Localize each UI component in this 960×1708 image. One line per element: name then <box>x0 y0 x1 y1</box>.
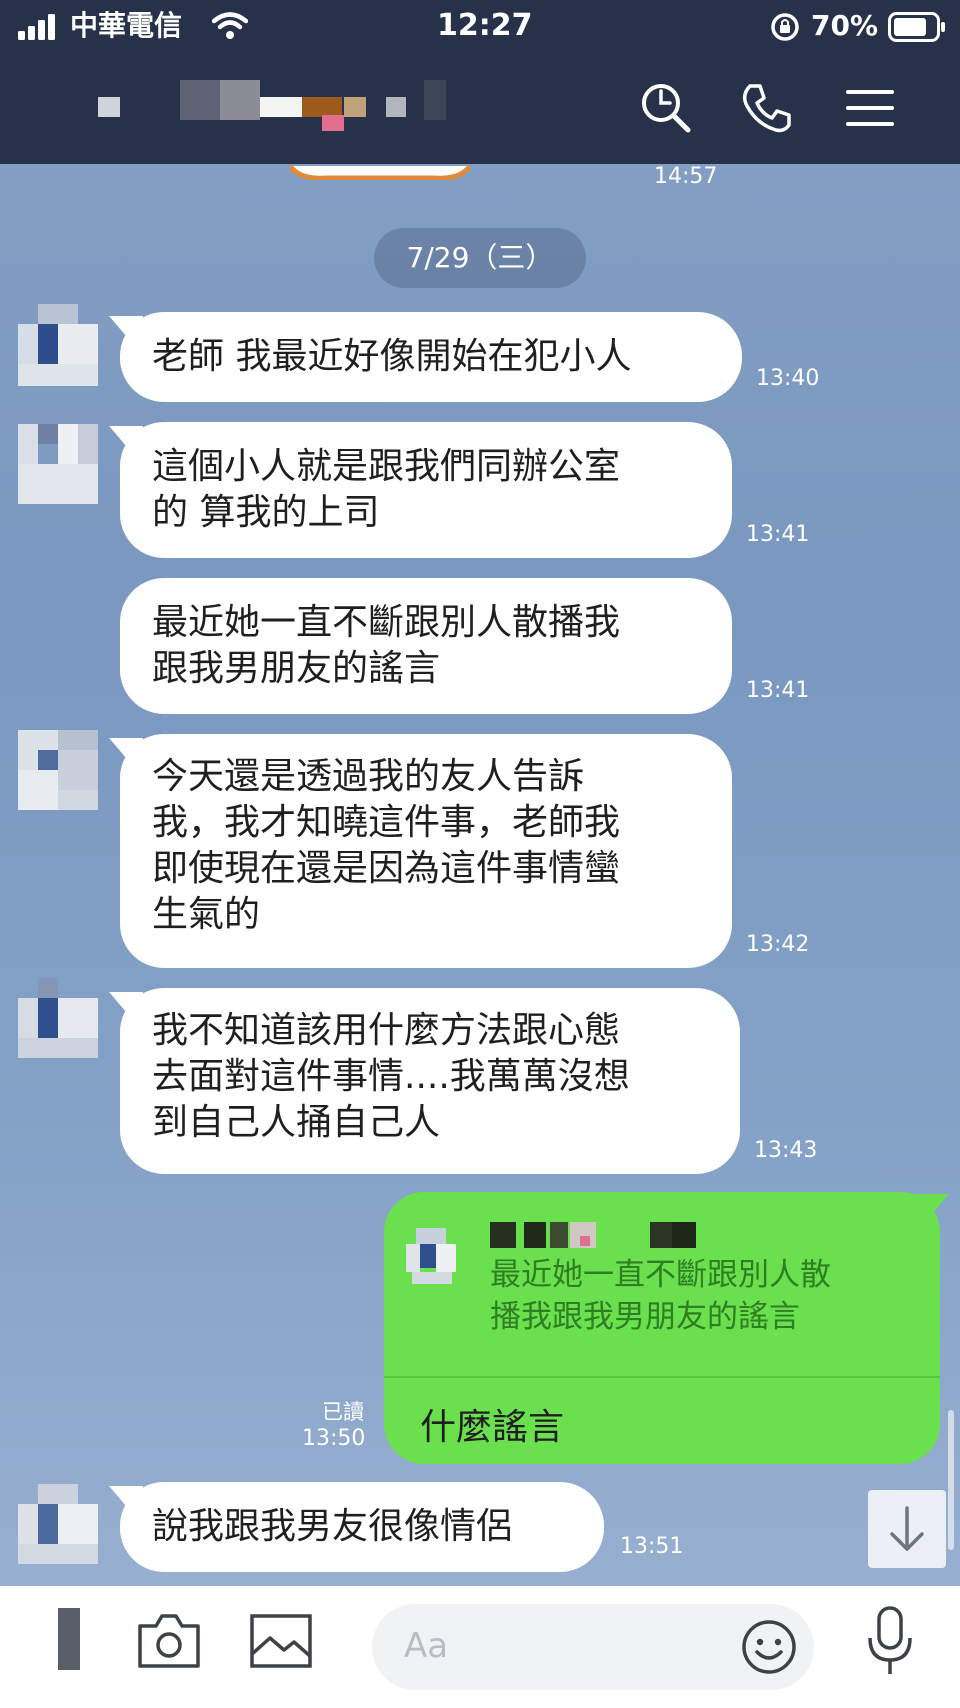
message-time: 13:43 <box>754 1138 818 1163</box>
phone-icon[interactable] <box>736 78 796 138</box>
avatar[interactable] <box>18 730 98 812</box>
message-text: 這個小人就是跟我們同辦公室 的 算我的上司 <box>152 446 621 533</box>
message-time: 13:41 <box>746 678 810 703</box>
microphone-icon[interactable] <box>862 1604 918 1676</box>
message-input[interactable]: Aa <box>372 1604 814 1690</box>
message-input-placeholder: Aa <box>404 1626 449 1666</box>
avatar[interactable] <box>18 1484 98 1566</box>
message-text: 最近她一直不斷跟別人散播我 跟我男朋友的謠言 <box>152 602 621 689</box>
search-icon[interactable] <box>636 78 696 138</box>
previous-message-time: 14:57 <box>654 164 718 189</box>
more-options-button[interactable] <box>58 1608 80 1670</box>
signal-icon <box>18 14 55 40</box>
header-bar: 中華電信 12:27 70% <box>0 0 960 164</box>
scrollbar[interactable] <box>948 1410 954 1550</box>
message-bubble[interactable]: 這個小人就是跟我們同辦公室 的 算我的上司 <box>98 422 732 558</box>
message-text: 老師 我最近好像開始在犯小人 <box>152 336 632 377</box>
scroll-down-icon <box>890 1506 924 1551</box>
menu-icon[interactable] <box>840 78 900 138</box>
message-text: 說我跟我男友很像情侶 <box>152 1506 513 1547</box>
avatar[interactable] <box>18 424 98 506</box>
carrier-name: 中華電信 <box>70 9 183 42</box>
message-bubble[interactable]: 我不知道該用什麼方法跟心態 去面對這件事情....我萬萬沒想 到自己人捅自己人 <box>98 988 740 1174</box>
message-time: 13:42 <box>746 932 810 957</box>
avatar[interactable] <box>18 304 98 386</box>
battery-percent: 70% <box>811 9 879 42</box>
image-icon[interactable] <box>248 1610 314 1672</box>
message-time: 13:41 <box>746 522 810 547</box>
message-time: 13:40 <box>756 366 820 391</box>
chat-screen: { "status_bar": { "carrier": "中華電信", "ti… <box>0 0 960 1708</box>
message-bubble[interactable]: 今天還是透過我的友人告訴 我，我才知曉這件事，老師我 即使現在還是因為這件事情蠻… <box>98 734 732 968</box>
quoted-avatar <box>406 1228 456 1284</box>
avatar[interactable] <box>18 978 98 1060</box>
sticker-fragment <box>287 164 473 181</box>
rotation-lock-icon <box>771 13 799 41</box>
message-bubble[interactable]: 老師 我最近好像開始在犯小人 <box>98 312 742 402</box>
battery-icon <box>888 12 945 42</box>
message-bubble[interactable]: 說我跟我男友很像情侶 <box>98 1482 604 1572</box>
camera-icon[interactable] <box>136 1610 202 1672</box>
wifi-icon <box>212 12 248 39</box>
quote-divider <box>384 1376 940 1378</box>
read-receipt: 已讀 <box>322 1400 364 1424</box>
outgoing-reply-bubble[interactable]: 最近她一直不斷跟別人散 播我跟我男朋友的謠言 什麼謠言 <box>384 1192 960 1464</box>
scroll-to-bottom-button[interactable] <box>868 1490 946 1568</box>
message-bubble[interactable]: 最近她一直不斷跟別人散播我 跟我男朋友的謠言 <box>120 578 732 714</box>
message-text: 今天還是透過我的友人告訴 我，我才知曉這件事，老師我 即使現在還是因為這件事情蠻… <box>152 756 621 935</box>
date-divider: 7/29（三） <box>374 228 586 288</box>
message-text: 我不知道該用什麼方法跟心態 去面對這件事情....我萬萬沒想 到自己人捅自己人 <box>152 1010 630 1143</box>
clock: 12:27 <box>437 8 533 43</box>
message-time: 13:51 <box>620 1534 684 1559</box>
reply-text: 什麼謠言 <box>420 1407 565 1448</box>
input-toolbar: Aa <box>0 1586 960 1708</box>
quoted-text: 最近她一直不斷跟別人散 播我跟我男朋友的謠言 <box>490 1257 831 1335</box>
emoji-icon[interactable] <box>740 1618 798 1676</box>
message-time: 13:50 <box>302 1426 366 1451</box>
